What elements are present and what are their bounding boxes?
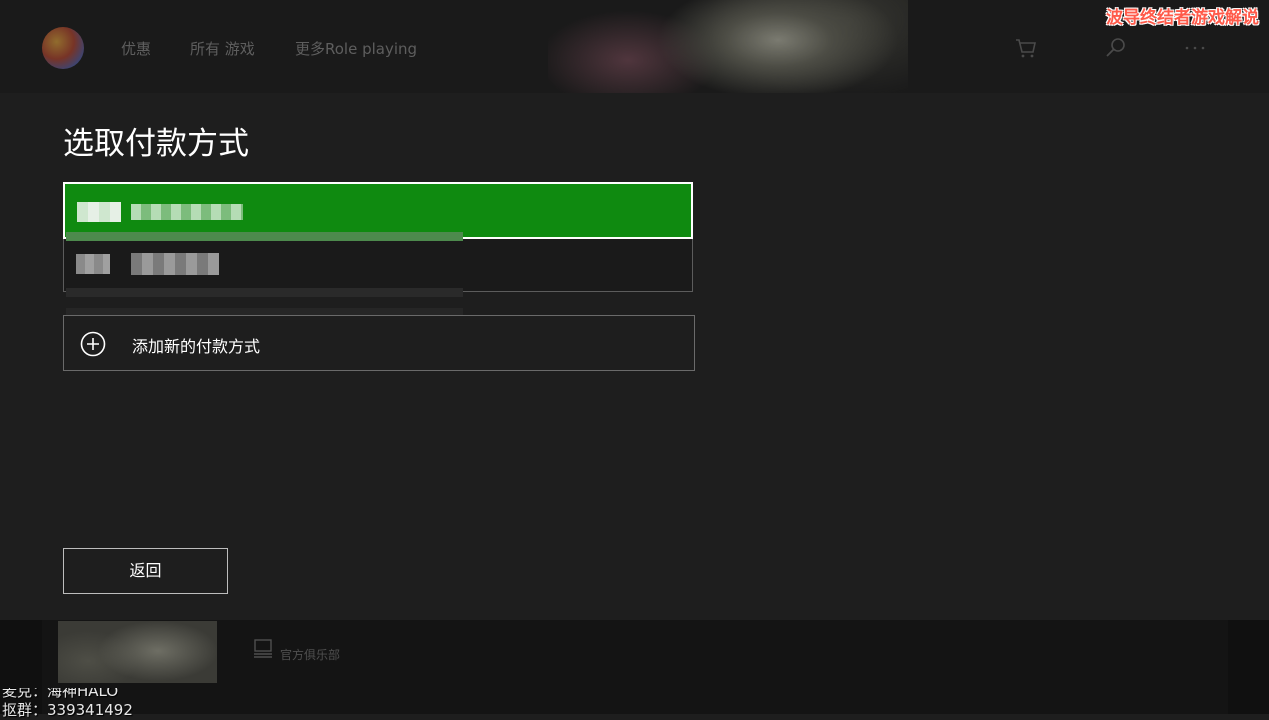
official-club-link[interactable]: 官方俱乐部 [280, 646, 340, 663]
hero-background-art [548, 0, 908, 93]
redacted-card-text [131, 204, 243, 220]
search-icon[interactable] [1104, 36, 1128, 60]
avatar[interactable] [42, 27, 84, 69]
top-nav-bar: 优惠 所有 游戏 更多Role playing 波导终结者游戏解说 [0, 0, 1269, 93]
page-title: 选取付款方式 [63, 126, 249, 162]
stream-overlay-group: 抠群：339341492 [2, 701, 133, 719]
payment-option-2[interactable] [63, 238, 693, 292]
bottom-right-edge [1228, 620, 1269, 714]
back-button[interactable]: 返回 [63, 548, 228, 594]
add-payment-method-label: 添加新的付款方式 [132, 337, 261, 356]
plus-circle-icon [80, 331, 106, 357]
nav-tab-offers[interactable]: 优惠 [121, 38, 151, 59]
more-icon[interactable] [1183, 36, 1207, 60]
game-thumbnail[interactable] [58, 621, 217, 683]
redacted-card-icon [76, 254, 110, 274]
cart-icon[interactable] [1014, 36, 1038, 60]
redacted-card-icon [77, 202, 121, 222]
redaction-strip [66, 232, 463, 241]
redaction-strip [66, 288, 463, 297]
redacted-card-text [131, 253, 219, 275]
nav-tab-all-games[interactable]: 所有 游戏 [190, 38, 255, 59]
club-icon [254, 639, 272, 658]
payment-option-1-selected[interactable] [63, 182, 693, 239]
nav-tab-more-role-playing[interactable]: 更多Role playing [295, 38, 417, 59]
add-payment-method-button[interactable]: 添加新的付款方式 [63, 315, 695, 371]
streamer-watermark: 波导终结者游戏解说 [1106, 8, 1259, 28]
